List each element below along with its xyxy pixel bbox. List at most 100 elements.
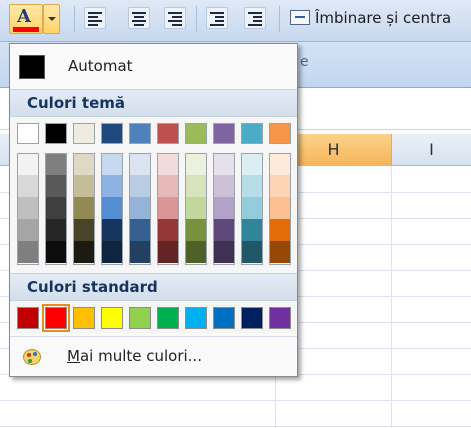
theme-shade-swatch[interactable] (214, 175, 234, 197)
toolbar-separator (279, 6, 280, 32)
theme-shade-swatch[interactable] (158, 154, 178, 175)
theme-shade-swatch[interactable] (130, 175, 150, 197)
theme-color-swatch[interactable] (213, 123, 235, 144)
standard-color-swatch[interactable] (101, 307, 123, 329)
theme-shade-swatch[interactable] (46, 175, 66, 197)
theme-shade-swatch[interactable] (46, 154, 66, 175)
automatic-color-option[interactable]: Automat (10, 44, 297, 89)
more-colors-button[interactable]: Mai multe culori... (10, 336, 297, 376)
automatic-color-swatch (19, 55, 45, 79)
standard-color-swatch[interactable] (241, 307, 263, 329)
theme-shade-swatch[interactable] (214, 241, 234, 263)
toolbar-separator (196, 6, 197, 32)
align-right-button[interactable] (164, 7, 186, 29)
theme-shade-swatch[interactable] (18, 154, 38, 175)
theme-shade-swatch[interactable] (270, 241, 290, 263)
theme-shade-swatch[interactable] (242, 175, 262, 197)
theme-shade-swatch[interactable] (186, 154, 206, 175)
theme-shade-swatch[interactable] (18, 175, 38, 197)
theme-shade-swatch[interactable] (74, 219, 94, 241)
standard-color-swatch[interactable] (129, 307, 151, 329)
theme-shade-swatch[interactable] (158, 197, 178, 219)
theme-color-swatch[interactable] (129, 123, 151, 144)
theme-shade-swatch[interactable] (214, 154, 234, 175)
theme-shade-swatch[interactable] (186, 175, 206, 197)
theme-shade-swatch[interactable] (18, 197, 38, 219)
theme-color-swatch[interactable] (185, 123, 207, 144)
theme-shade-swatch[interactable] (46, 241, 66, 263)
theme-shade-swatch[interactable] (74, 175, 94, 197)
theme-shade-column (213, 153, 235, 265)
theme-shade-swatch[interactable] (18, 219, 38, 241)
theme-shade-column (129, 153, 151, 265)
theme-color-swatch[interactable] (101, 123, 123, 144)
grid-row-line (0, 426, 471, 427)
theme-color-swatch[interactable] (73, 123, 95, 144)
theme-shade-swatch[interactable] (242, 241, 262, 263)
theme-shade-swatch[interactable] (270, 197, 290, 219)
theme-shade-swatch[interactable] (158, 241, 178, 263)
theme-shade-swatch[interactable] (102, 154, 122, 175)
increase-indent-button[interactable] (244, 7, 266, 29)
align-left-button[interactable] (84, 7, 106, 29)
theme-shade-column (185, 153, 207, 265)
theme-shade-swatch[interactable] (130, 219, 150, 241)
theme-shade-swatch[interactable] (214, 219, 234, 241)
theme-shade-swatch[interactable] (242, 219, 262, 241)
merge-center-button[interactable]: Îmbinare și centra (315, 9, 451, 27)
theme-shade-swatch[interactable] (102, 241, 122, 263)
theme-shade-swatch[interactable] (130, 154, 150, 175)
theme-shade-swatch[interactable] (130, 241, 150, 263)
theme-shade-swatch[interactable] (158, 175, 178, 197)
theme-color-swatch[interactable] (157, 123, 179, 144)
font-color-dropdown-button[interactable] (43, 4, 60, 34)
theme-shade-swatch[interactable] (74, 241, 94, 263)
theme-shade-swatch[interactable] (130, 197, 150, 219)
theme-shade-swatch[interactable] (186, 241, 206, 263)
theme-color-swatch[interactable] (17, 123, 39, 144)
theme-shade-swatch[interactable] (46, 219, 66, 241)
font-color-button[interactable]: A (9, 4, 43, 34)
theme-shade-swatch[interactable] (186, 219, 206, 241)
theme-shade-swatch[interactable] (74, 197, 94, 219)
font-color-indicator (13, 27, 39, 32)
theme-shade-swatch[interactable] (214, 197, 234, 219)
standard-color-swatch[interactable] (157, 307, 179, 329)
column-header-i[interactable]: I (391, 134, 471, 166)
theme-shade-swatch[interactable] (102, 219, 122, 241)
theme-shade-swatch[interactable] (242, 154, 262, 175)
standard-color-swatch[interactable] (73, 307, 95, 329)
theme-shade-swatch[interactable] (270, 175, 290, 197)
ribbon-toolbar: A Îmbinare și centra (0, 0, 471, 42)
theme-shade-swatch[interactable] (242, 197, 262, 219)
standard-color-swatch[interactable] (17, 307, 39, 329)
theme-shade-swatch[interactable] (186, 197, 206, 219)
theme-color-swatch[interactable] (269, 123, 291, 144)
standard-colors-header: Culori standard (10, 273, 297, 301)
theme-shade-swatch[interactable] (158, 219, 178, 241)
standard-color-swatch[interactable] (213, 307, 235, 329)
color-palette-icon (23, 349, 41, 365)
standard-color-swatch[interactable] (269, 307, 291, 329)
merge-center-icon[interactable] (290, 10, 310, 25)
standard-color-swatch[interactable] (42, 304, 70, 332)
grid-column-line (391, 166, 392, 428)
theme-shade-swatch[interactable] (18, 241, 38, 263)
theme-shade-swatch[interactable] (270, 219, 290, 241)
theme-shade-swatch[interactable] (270, 154, 290, 175)
theme-color-swatch[interactable] (45, 123, 67, 144)
theme-shade-swatch[interactable] (102, 197, 122, 219)
align-center-button[interactable] (128, 7, 150, 29)
theme-color-swatch[interactable] (241, 123, 263, 144)
chevron-down-icon (48, 17, 56, 21)
font-color-palette: Automat Culori temă Culori standard Mai … (9, 43, 298, 377)
theme-shade-swatch[interactable] (74, 154, 94, 175)
theme-shade-swatch[interactable] (102, 175, 122, 197)
theme-shade-column (241, 153, 263, 265)
automatic-color-label: Automat (68, 57, 133, 75)
theme-shade-swatch[interactable] (46, 197, 66, 219)
decrease-indent-button[interactable] (206, 7, 228, 29)
theme-shade-column (73, 153, 95, 265)
standard-color-swatch[interactable] (185, 307, 207, 329)
more-colors-text: ai multe culori... (79, 347, 202, 365)
